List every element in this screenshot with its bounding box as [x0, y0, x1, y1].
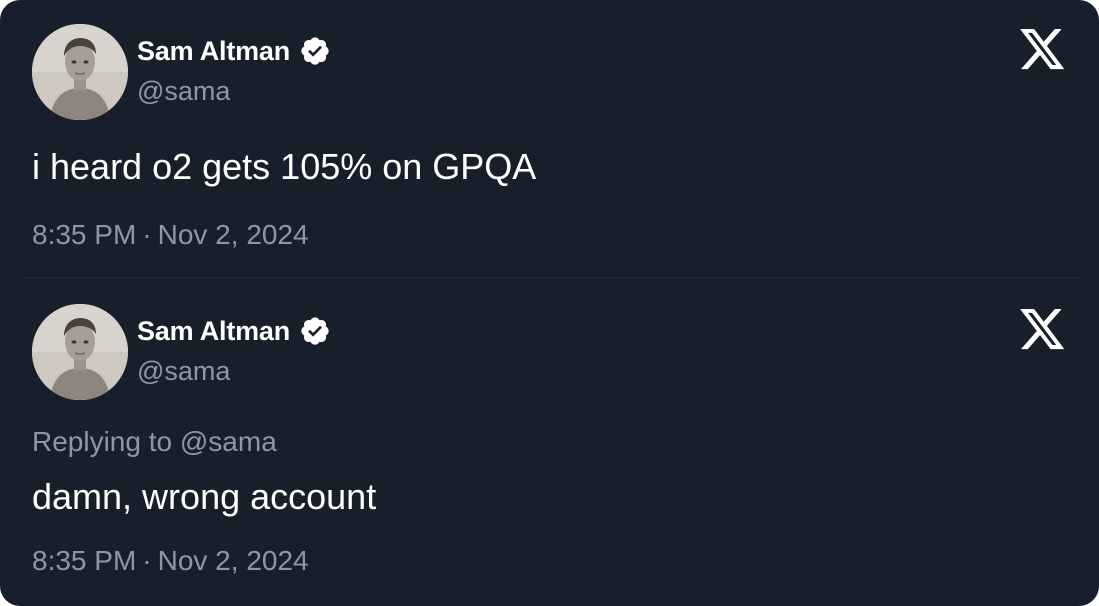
tweet-date: Nov 2, 2024 [157, 219, 309, 250]
tweet-divider [20, 277, 1079, 279]
x-logo-icon[interactable] [1020, 309, 1066, 351]
author-name-row: Sam Altman [137, 312, 331, 350]
profile-photo [32, 24, 128, 120]
author-handle[interactable]: @sama [137, 76, 230, 107]
replying-to-line: Replying to @sama [32, 426, 277, 458]
tweet-1[interactable]: Sam Altman @sama i heard o2 gets 105% on… [0, 0, 1099, 278]
replying-to-handle[interactable]: @sama [180, 426, 277, 457]
tweet-text: i heard o2 gets 105% on GPQA [32, 146, 537, 187]
avatar[interactable] [32, 24, 128, 120]
profile-photo [32, 304, 128, 400]
meta-separator: · [142, 219, 152, 250]
tweet-2[interactable]: Sam Altman @sama Replying to @sama damn,… [0, 280, 1099, 606]
meta-separator: · [142, 545, 152, 576]
avatar[interactable] [32, 304, 128, 400]
verified-badge-icon [299, 315, 331, 347]
author-handle[interactable]: @sama [137, 356, 230, 387]
x-logo-icon[interactable] [1020, 29, 1066, 71]
tweet-timestamp[interactable]: 8:35 PM · Nov 2, 2024 [32, 545, 309, 577]
verified-badge-icon [299, 35, 331, 67]
tweet-date: Nov 2, 2024 [157, 545, 309, 576]
tweet-time: 8:35 PM [32, 219, 137, 250]
tweet-card: Sam Altman @sama i heard o2 gets 105% on… [0, 0, 1099, 606]
tweet-timestamp[interactable]: 8:35 PM · Nov 2, 2024 [32, 219, 309, 251]
author-name-row: Sam Altman [137, 32, 331, 70]
tweet-text: damn, wrong account [32, 476, 377, 517]
replying-to-label: Replying to [32, 426, 173, 457]
author-name[interactable]: Sam Altman [137, 36, 290, 67]
tweet-time: 8:35 PM [32, 545, 137, 576]
author-name[interactable]: Sam Altman [137, 316, 290, 347]
